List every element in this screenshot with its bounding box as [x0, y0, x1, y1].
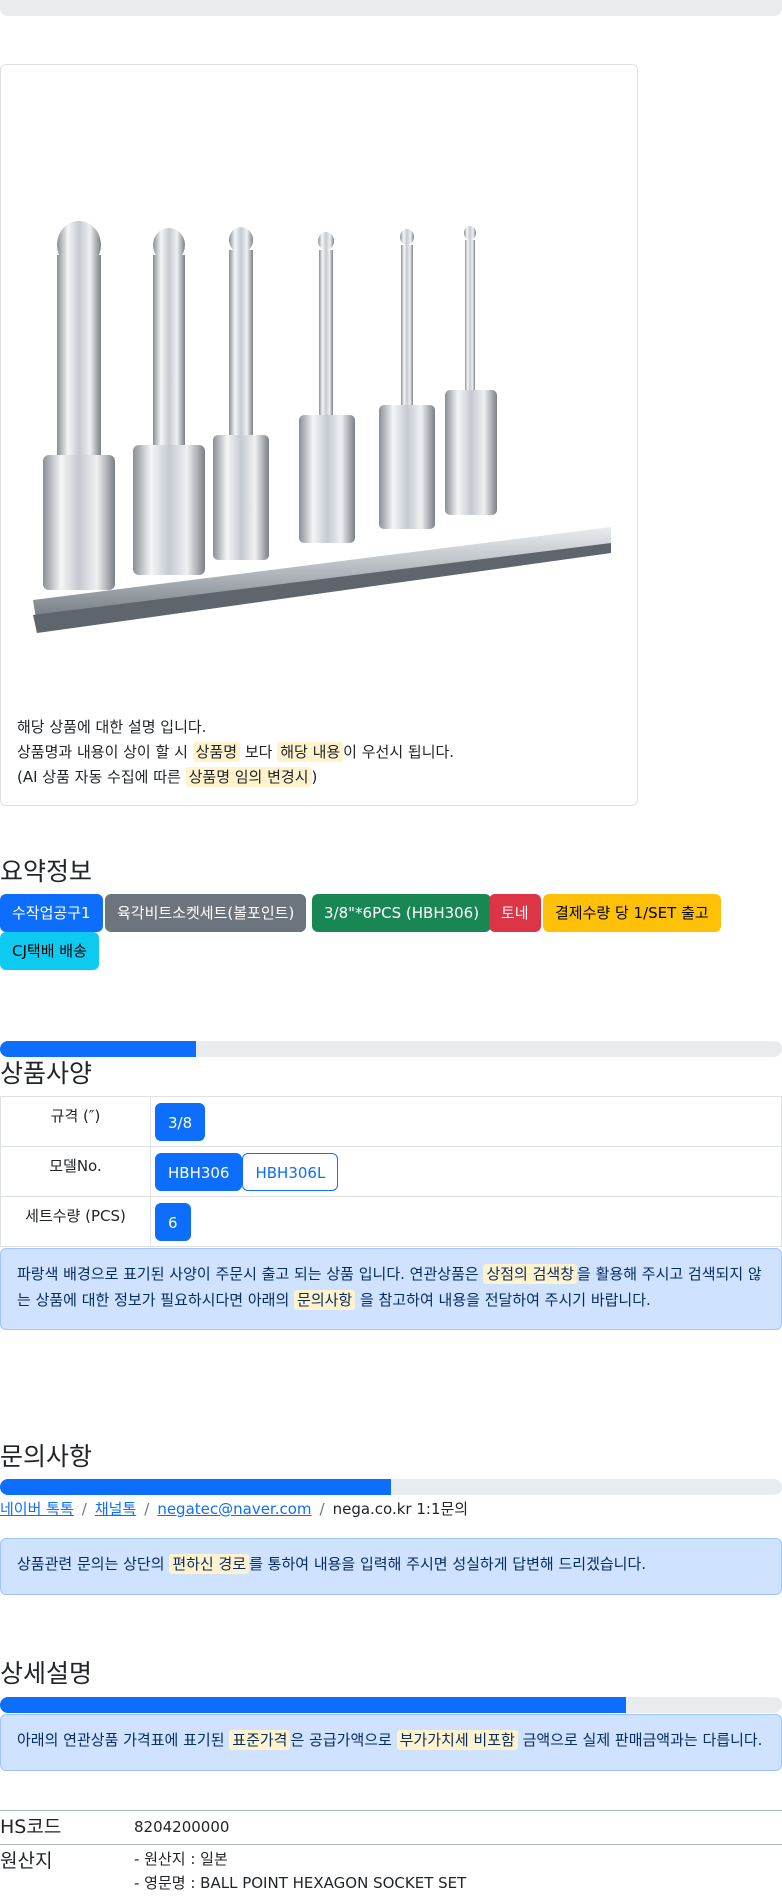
option-hbh306l[interactable]: HBH306L — [242, 1152, 339, 1191]
spec-row-model: 모델No. HBH306 HBH306L — [0, 1146, 782, 1197]
spec-label: 규격 (″) — [0, 1096, 151, 1147]
text: 상품명과 내용이 상이 할 시 — [17, 743, 193, 761]
detail-notice: 아래의 연관상품 가격표에 표기된 표준가격 은 공급가액으로 부가가치세 비포함… — [0, 1714, 782, 1771]
detail-title: 상세설명 — [0, 1659, 93, 1688]
text: 아래의 연관상품 가격표에 표기된 — [17, 1731, 230, 1749]
spec-values: 6 — [150, 1196, 782, 1247]
hs-code-row: HS코드 8204200000 — [0, 1810, 782, 1843]
option-6[interactable]: 6 — [155, 1202, 191, 1241]
text: 이 우선시 됩니다. — [343, 743, 455, 761]
spec-row-set-qty: 세트수량 (PCS) 6 — [0, 1196, 782, 1247]
text: (AI 상품 자동 수집에 따른 — [17, 768, 186, 786]
highlight-product-name: 상품명 — [192, 742, 241, 762]
badge-shipping[interactable]: CJ택배 배송 — [0, 932, 99, 970]
badge-product-type[interactable]: 육각비트소켓세트(볼포인트) — [105, 894, 307, 932]
separator: / — [319, 1500, 325, 1518]
text: ) — [311, 768, 318, 786]
text: 상품관련 문의는 상단의 — [17, 1555, 170, 1573]
socket-3 — [213, 227, 269, 560]
link-naver-talk[interactable]: 네이버 톡톡 — [0, 1500, 74, 1518]
detail-progress-fill — [0, 1697, 626, 1713]
description-line-1: 해당 상품에 대한 설명 입니다. — [17, 718, 207, 736]
product-image — [33, 221, 611, 633]
spec-label: 모델No. — [0, 1146, 151, 1197]
spec-table: 규격 (″) 3/8 모델No. HBH306 HBH306L 세트수량 (PCS… — [0, 1096, 782, 1247]
highlight-content: 해당 내용 — [277, 742, 344, 762]
badge-category[interactable]: 수작업공구1 — [0, 894, 103, 932]
badge-quantity[interactable]: 결제수량 당 1/SET 출고 — [543, 894, 721, 932]
hs-code-value: 8204200000 — [134, 1818, 230, 1836]
highlight-inquiry: 문의사항 — [294, 1290, 356, 1310]
link-email[interactable]: negatec@naver.com — [157, 1500, 311, 1518]
inquiry-notice-text: 상품관련 문의는 상단의 편하신 경로 를 통하여 내용을 입력해 주시면 성실하… — [17, 1551, 765, 1577]
option-3-8[interactable]: 3/8 — [155, 1102, 206, 1141]
highlight-standard-price: 표준가격 — [229, 1730, 291, 1750]
inquiry-progress — [0, 1479, 782, 1495]
highlight-name-change: 상품명 임의 변경시 — [185, 767, 312, 787]
description-line-2: 상품명과 내용이 상이 할 시 상품명 보다 해당 내용 이 우선시 됩니다. — [17, 740, 617, 765]
text: 금액으로 실제 판매금액과는 다릅니다. — [517, 1731, 763, 1749]
inquiry-progress-fill — [0, 1479, 391, 1495]
socket-6 — [445, 226, 497, 515]
badge-brand[interactable]: 토네 — [489, 894, 541, 932]
text: 보다 — [240, 743, 278, 761]
spec-row-size: 규격 (″) 3/8 — [0, 1096, 782, 1147]
socket-1 — [43, 221, 115, 590]
option-hbh306[interactable]: HBH306 — [155, 1152, 243, 1191]
highlight-vat-excluded: 부가가치세 비포함 — [396, 1730, 518, 1750]
inquiry-title: 문의사항 — [0, 1442, 93, 1471]
origin-label: 원산지 — [0, 1850, 53, 1872]
separator: / — [144, 1500, 150, 1518]
badge-spec[interactable]: 3/8"*6PCS (HBH306) — [312, 894, 492, 932]
origin-country: - 원산지 : 일본 — [134, 1850, 228, 1868]
origin-english-name: - 영문명 : BALL POINT HEXAGON SOCKET SET — [134, 1874, 467, 1892]
socket-4 — [299, 232, 355, 543]
link-channel-talk[interactable]: 채널톡 — [95, 1500, 136, 1518]
text: 파랑색 배경으로 표기된 사양이 주문시 출고 되는 상품 입니다. 연관상품은 — [17, 1265, 484, 1283]
specs-title: 상품사양 — [0, 1059, 93, 1088]
specs-notice-text: 파랑색 배경으로 표기된 사양이 주문시 출고 되는 상품 입니다. 연관상품은… — [17, 1261, 765, 1313]
spec-values: HBH306 HBH306L — [150, 1146, 782, 1197]
origin-values: - 원산지 : 일본 - 영문명 : BALL POINT HEXAGON SO… — [134, 1847, 466, 1895]
spec-values: 3/8 — [150, 1096, 782, 1147]
socket-2 — [133, 228, 205, 575]
product-card: 해당 상품에 대한 설명 입니다. 상품명과 내용이 상이 할 시 상품명 보다… — [0, 64, 638, 806]
site-inquiry: nega.co.kr 1:1문의 — [332, 1500, 469, 1518]
highlight-store-search: 상점의 검색창 — [483, 1264, 578, 1284]
specs-progress — [0, 1041, 782, 1057]
detail-progress — [0, 1697, 782, 1713]
spec-label: 세트수량 (PCS) — [0, 1196, 151, 1247]
text: 를 통하여 내용을 입력해 주시면 성실하게 답변해 드리겠습니다. — [249, 1555, 647, 1573]
highlight-preferred-channel: 편하신 경로 — [169, 1554, 250, 1574]
product-description: 해당 상품에 대한 설명 입니다. 상품명과 내용이 상이 할 시 상품명 보다… — [17, 715, 617, 790]
socket-5 — [379, 229, 435, 529]
specs-notice: 파랑색 배경으로 표기된 사양이 주문시 출고 되는 상품 입니다. 연관상품은… — [0, 1248, 782, 1330]
hs-code-label: HS코드 — [0, 1816, 62, 1838]
top-progress-bar — [0, 0, 782, 16]
summary-title: 요약정보 — [0, 857, 93, 886]
origin-row: 원산지 - 원산지 : 일본 - 영문명 : BALL POINT HEXAGO… — [0, 1844, 782, 1898]
inquiry-notice: 상품관련 문의는 상단의 편하신 경로 를 통하여 내용을 입력해 주시면 성실하… — [0, 1538, 782, 1595]
separator: / — [81, 1500, 87, 1518]
text: 을 참고하여 내용을 전달하여 주시기 바랍니다. — [355, 1291, 651, 1309]
text: 은 공급가액으로 — [290, 1731, 397, 1749]
detail-notice-text: 아래의 연관상품 가격표에 표기된 표준가격 은 공급가액으로 부가가치세 비포함… — [17, 1727, 765, 1753]
description-line-3: (AI 상품 자동 수집에 따른 상품명 임의 변경시) — [17, 765, 617, 790]
inquiry-links: 네이버 톡톡 / 채널톡 / negatec@naver.com / nega.co.kr … — [0, 1498, 468, 1519]
